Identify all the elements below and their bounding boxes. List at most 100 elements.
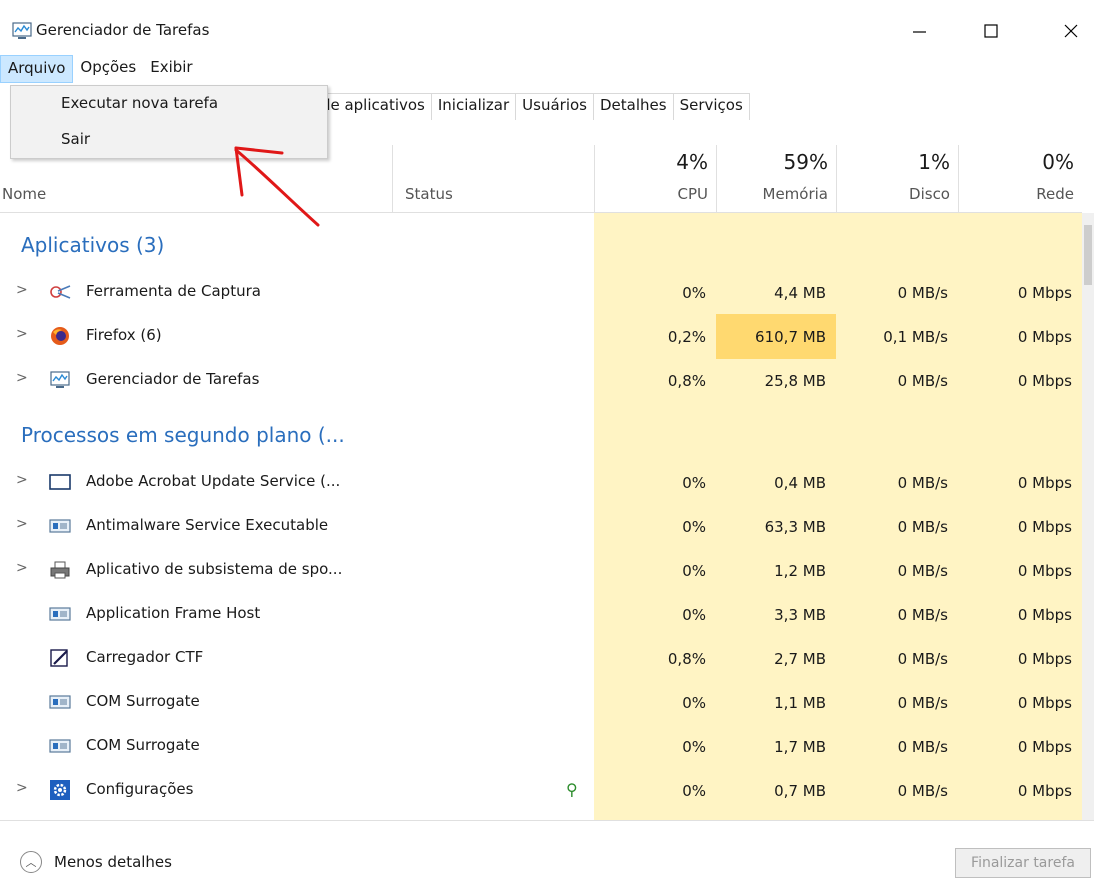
disk-label: Disco — [909, 185, 950, 203]
footer: ︿ Menos detalhes Finalizar tarefa — [0, 820, 1094, 885]
column-network[interactable]: 0% Rede — [958, 145, 1082, 213]
network-value: 0 Mbps — [1017, 473, 1072, 492]
menu-item-run-new-task[interactable]: Executar nova tarefa — [61, 94, 218, 112]
table-row[interactable]: COM Surrogate 0% 1,7 MB 0 MB/s 0 Mbps — [0, 724, 1082, 769]
column-memory[interactable]: 59% Memória — [716, 145, 836, 213]
network-value: 0 Mbps — [1017, 693, 1072, 712]
disk-value: 0 MB/s — [897, 605, 948, 624]
memory-value: 63,3 MB — [764, 517, 826, 536]
memory-value: 1,2 MB — [774, 561, 826, 580]
process-name: COM Surrogate — [86, 736, 200, 754]
scrollbar-thumb[interactable] — [1084, 225, 1092, 285]
tab-startup[interactable]: Inicializar — [430, 93, 517, 120]
chevron-right-icon[interactable]: > — [16, 282, 28, 298]
memory-value: 4,4 MB — [774, 283, 826, 302]
disk-value: 0 MB/s — [897, 649, 948, 668]
table-row[interactable]: > Aplicativo de subsistema de spo... 0% … — [0, 548, 1082, 593]
process-name: COM Surrogate — [86, 692, 200, 710]
cpu-label: CPU — [677, 185, 709, 203]
printer-icon — [50, 561, 70, 579]
table-row[interactable]: Application Frame Host 0% 3,3 MB 0 MB/s … — [0, 592, 1082, 637]
memory-value: 0,7 MB — [774, 781, 826, 800]
less-details-button[interactable]: ︿ Menos detalhes — [20, 851, 172, 873]
close-button[interactable] — [1048, 14, 1094, 48]
process-name: Application Frame Host — [86, 604, 261, 622]
chevron-right-icon[interactable]: > — [16, 516, 28, 532]
process-name: Carregador CTF — [86, 648, 204, 666]
disk-total: 1% — [918, 150, 950, 174]
cpu-value: 0% — [682, 605, 706, 624]
cpu-value: 0% — [682, 737, 706, 756]
end-task-button[interactable]: Finalizar tarefa — [955, 848, 1091, 878]
network-value: 0 Mbps — [1017, 561, 1072, 580]
disk-value: 0,1 MB/s — [883, 327, 948, 346]
table-row[interactable]: > Firefox (6) 0,2% 610,7 MB 0,1 MB/s 0 M… — [0, 314, 1082, 359]
memory-value: 610,7 MB — [716, 314, 836, 359]
table-row[interactable]: > Ferramenta de Captura 0% 4,4 MB 0 MB/s… — [0, 270, 1082, 315]
memory-value: 0,4 MB — [774, 473, 826, 492]
process-name: Aplicativo de subsistema de spo... — [86, 560, 343, 578]
column-cpu[interactable]: 4% CPU — [594, 145, 716, 213]
table-row[interactable]: > Gerenciador de Tarefas 0,8% 25,8 MB 0 … — [0, 358, 1082, 403]
window-title: Gerenciador de Tarefas — [36, 21, 210, 39]
disk-value: 0 MB/s — [897, 371, 948, 390]
service-icon — [49, 695, 71, 709]
cpu-value: 0% — [682, 283, 706, 302]
table-row[interactable]: > Adobe Acrobat Update Service (... 0% 0… — [0, 460, 1082, 505]
network-value: 0 Mbps — [1017, 327, 1072, 346]
menu-bar: Arquivo Opções Exibir — [0, 55, 200, 83]
chevron-right-icon[interactable]: > — [16, 472, 28, 488]
minimize-button[interactable] — [896, 14, 942, 48]
maximize-button[interactable] — [968, 14, 1014, 48]
chevron-right-icon[interactable]: > — [16, 326, 28, 342]
memory-value: 1,1 MB — [774, 693, 826, 712]
disk-value: 0 MB/s — [897, 473, 948, 492]
table-row[interactable]: > Antimalware Service Executable 0% 63,3… — [0, 504, 1082, 549]
task-manager-icon — [12, 22, 32, 39]
menu-opcoes[interactable]: Opções — [73, 55, 143, 83]
table-row[interactable]: Carregador CTF 0,8% 2,7 MB 0 MB/s 0 Mbps — [0, 636, 1082, 681]
task-manager-icon — [50, 371, 70, 388]
title-bar: Gerenciador de Tarefas — [0, 0, 1094, 50]
memory-value: 1,7 MB — [774, 737, 826, 756]
disk-value: 0 MB/s — [897, 561, 948, 580]
network-value: 0 Mbps — [1017, 781, 1072, 800]
pen-icon — [50, 649, 68, 667]
process-name: Configurações — [86, 780, 194, 798]
process-name: Firefox (6) — [86, 326, 162, 344]
chevron-right-icon[interactable]: > — [16, 370, 28, 386]
cpu-value: 0% — [682, 693, 706, 712]
menu-item-exit[interactable]: Sair — [61, 130, 90, 148]
network-value: 0 Mbps — [1017, 649, 1072, 668]
memory-total: 59% — [783, 150, 828, 174]
menu-arquivo[interactable]: Arquivo — [0, 55, 74, 83]
table-row[interactable]: > Configurações ⚲ 0% 0,7 MB 0 MB/s 0 Mbp… — [0, 768, 1082, 813]
less-details-label: Menos detalhes — [54, 853, 172, 871]
service-icon — [49, 739, 71, 753]
tab-users[interactable]: Usuários — [515, 93, 594, 120]
service-icon — [49, 519, 71, 533]
tab-details[interactable]: Detalhes — [592, 93, 674, 120]
network-total: 0% — [1042, 150, 1074, 174]
process-name: Adobe Acrobat Update Service (... — [86, 472, 341, 490]
cpu-value: 0,8% — [667, 371, 706, 390]
tab-services[interactable]: Serviços — [672, 93, 750, 120]
disk-value: 0 MB/s — [897, 693, 948, 712]
snipping-tool-icon — [50, 285, 71, 299]
menu-exibir[interactable]: Exibir — [143, 55, 199, 83]
chevron-right-icon[interactable]: > — [16, 780, 28, 796]
column-disk[interactable]: 1% Disco — [836, 145, 958, 213]
process-name: Ferramenta de Captura — [86, 282, 261, 300]
chevron-right-icon[interactable]: > — [16, 560, 28, 576]
process-name: Gerenciador de Tarefas — [86, 370, 260, 388]
table-row[interactable]: COM Surrogate 0% 1,1 MB 0 MB/s 0 Mbps — [0, 680, 1082, 725]
vertical-scrollbar[interactable] — [1082, 213, 1094, 820]
cpu-total: 4% — [676, 150, 708, 174]
column-name[interactable]: Nome — [2, 185, 46, 203]
process-name: Antimalware Service Executable — [86, 516, 329, 534]
cpu-value: 0% — [682, 561, 706, 580]
tab-strip: o de aplicativos Inicializar Usuários De… — [300, 93, 750, 120]
cpu-value: 0,8% — [667, 649, 706, 668]
chevron-up-icon: ︿ — [20, 851, 42, 873]
memory-value: 3,3 MB — [774, 605, 826, 624]
